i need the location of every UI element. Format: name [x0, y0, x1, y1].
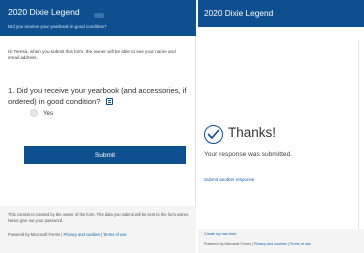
confirmation-title: 2020 Dixie Legend: [204, 8, 274, 18]
thanks-heading: Thanks!: [228, 125, 277, 140]
submit-button[interactable]: Submit: [24, 146, 186, 164]
form-title: 2020 Dixie Legend: [8, 7, 80, 17]
immersive-reader-icon[interactable]: [105, 97, 113, 105]
form-subtitle: Did you receive your yearbook in good co…: [8, 24, 107, 29]
response-message: Your response was submitted.: [204, 151, 293, 158]
privacy-link[interactable]: Privacy and cookies: [63, 232, 99, 237]
question-1: 1. Did you receive your yearbook (and ac…: [8, 86, 190, 107]
powered-by: Powered by Microsoft Forms | Privacy and…: [8, 232, 127, 237]
form-header: 2020 Dixie Legend Did you receive your y…: [0, 0, 196, 36]
terms-link[interactable]: Terms of use: [290, 242, 311, 246]
footer-separator: |: [100, 232, 103, 237]
form-footer: This content is created by the owner of …: [0, 206, 196, 253]
title-badge-icon: [94, 13, 104, 18]
option-yes[interactable]: Yes: [30, 108, 53, 118]
confirmation-header: 2020 Dixie Legend: [198, 0, 364, 27]
form-panel: 2020 Dixie Legend Did you receive your y…: [0, 0, 196, 253]
option-label: Yes: [43, 109, 54, 117]
question-text: 1. Did you receive your yearbook (and ac…: [8, 86, 187, 106]
powered-by-text: Powered by Microsoft Forms |: [8, 232, 63, 237]
radio-button[interactable]: [30, 109, 38, 117]
powered-by-text: Powered by Microsoft Forms |: [204, 242, 253, 246]
submit-another-link[interactable]: Submit another response: [204, 177, 254, 182]
terms-link[interactable]: Terms of use: [103, 232, 126, 237]
powered-by: Powered by Microsoft Forms | Privacy and…: [204, 242, 311, 246]
confirmation-footer: Create my own form Powered by Microsoft …: [198, 229, 364, 253]
divider: [358, 40, 359, 240]
confirmation-panel: 2020 Dixie Legend Thanks! Your response …: [198, 0, 364, 253]
privacy-notice: Hi Teresa, when you submit this form, th…: [8, 49, 176, 61]
privacy-link[interactable]: Privacy and cookies: [254, 242, 287, 246]
footer-separator: |: [287, 242, 289, 246]
disclaimer-text: This content is created by the owner of …: [8, 212, 190, 223]
check-circle-icon: [204, 125, 223, 144]
create-form-link[interactable]: Create my own form: [204, 232, 236, 236]
